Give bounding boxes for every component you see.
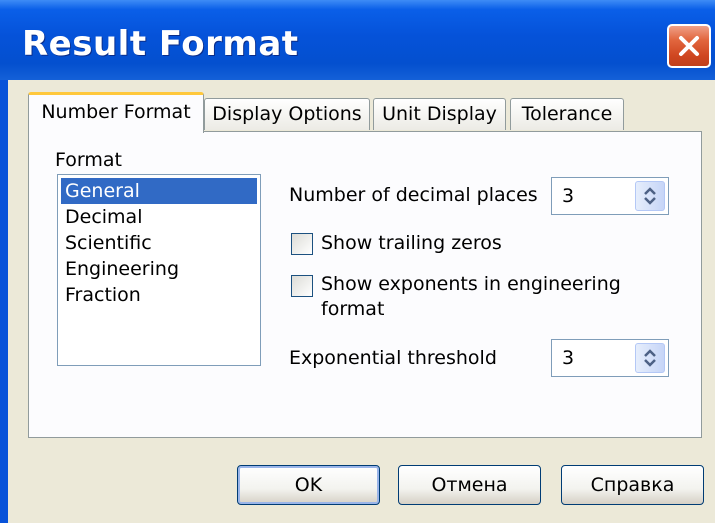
decimal-places-spinner[interactable]: 3 [551, 177, 669, 215]
exponential-threshold-label: Exponential threshold [289, 347, 497, 369]
decimal-places-value[interactable]: 3 [562, 185, 574, 207]
spin-up-down-icon [644, 349, 656, 367]
title-bar[interactable]: Result Format [0, 0, 715, 80]
decimal-places-spin-buttons[interactable] [635, 181, 665, 211]
tab-unit-display[interactable]: Unit Display [373, 98, 506, 130]
window-title: Result Format [22, 24, 299, 64]
show-exponents-label-line1[interactable]: Show exponents in engineering [321, 273, 621, 295]
help-button[interactable]: Справка [561, 465, 704, 505]
decimal-places-label: Number of decimal places [289, 184, 538, 206]
close-button[interactable] [667, 24, 711, 68]
tab-number-format-label: Number Format [41, 101, 191, 123]
list-item-scientific[interactable]: Scientific [61, 230, 257, 256]
tab-tolerance-label: Tolerance [521, 103, 613, 125]
ok-button[interactable]: OK [237, 465, 380, 505]
spin-up-down-icon [644, 187, 656, 205]
tab-display-options-label: Display Options [212, 103, 362, 125]
exponential-threshold-spinner[interactable]: 3 [551, 339, 669, 377]
list-item-fraction[interactable]: Fraction [61, 282, 257, 308]
list-item-decimal[interactable]: Decimal [61, 204, 257, 230]
tab-tolerance[interactable]: Tolerance [510, 98, 624, 130]
result-format-dialog: Result Format Number Format Display Opti… [0, 0, 715, 523]
tab-display-options[interactable]: Display Options [204, 98, 370, 130]
close-icon [679, 36, 699, 56]
exponential-threshold-spin-buttons[interactable] [635, 343, 665, 373]
tab-unit-display-label: Unit Display [382, 103, 497, 125]
list-item-engineering[interactable]: Engineering [61, 256, 257, 282]
list-item-general[interactable]: General [61, 178, 257, 204]
show-exponents-checkbox[interactable] [291, 275, 313, 297]
tab-number-format[interactable]: Number Format [28, 92, 204, 133]
show-trailing-zeros-label[interactable]: Show trailing zeros [321, 232, 502, 254]
format-label: Format [55, 149, 122, 171]
exponential-threshold-value[interactable]: 3 [562, 347, 574, 369]
show-trailing-zeros-checkbox[interactable] [291, 233, 313, 255]
cancel-button[interactable]: Отмена [398, 465, 541, 505]
show-exponents-label-line2[interactable]: format [321, 298, 384, 320]
window-frame-left [0, 80, 8, 523]
format-listbox[interactable]: General Decimal Scientific Engineering F… [57, 174, 261, 366]
number-format-panel: Format General Decimal Scientific Engine… [28, 131, 702, 438]
